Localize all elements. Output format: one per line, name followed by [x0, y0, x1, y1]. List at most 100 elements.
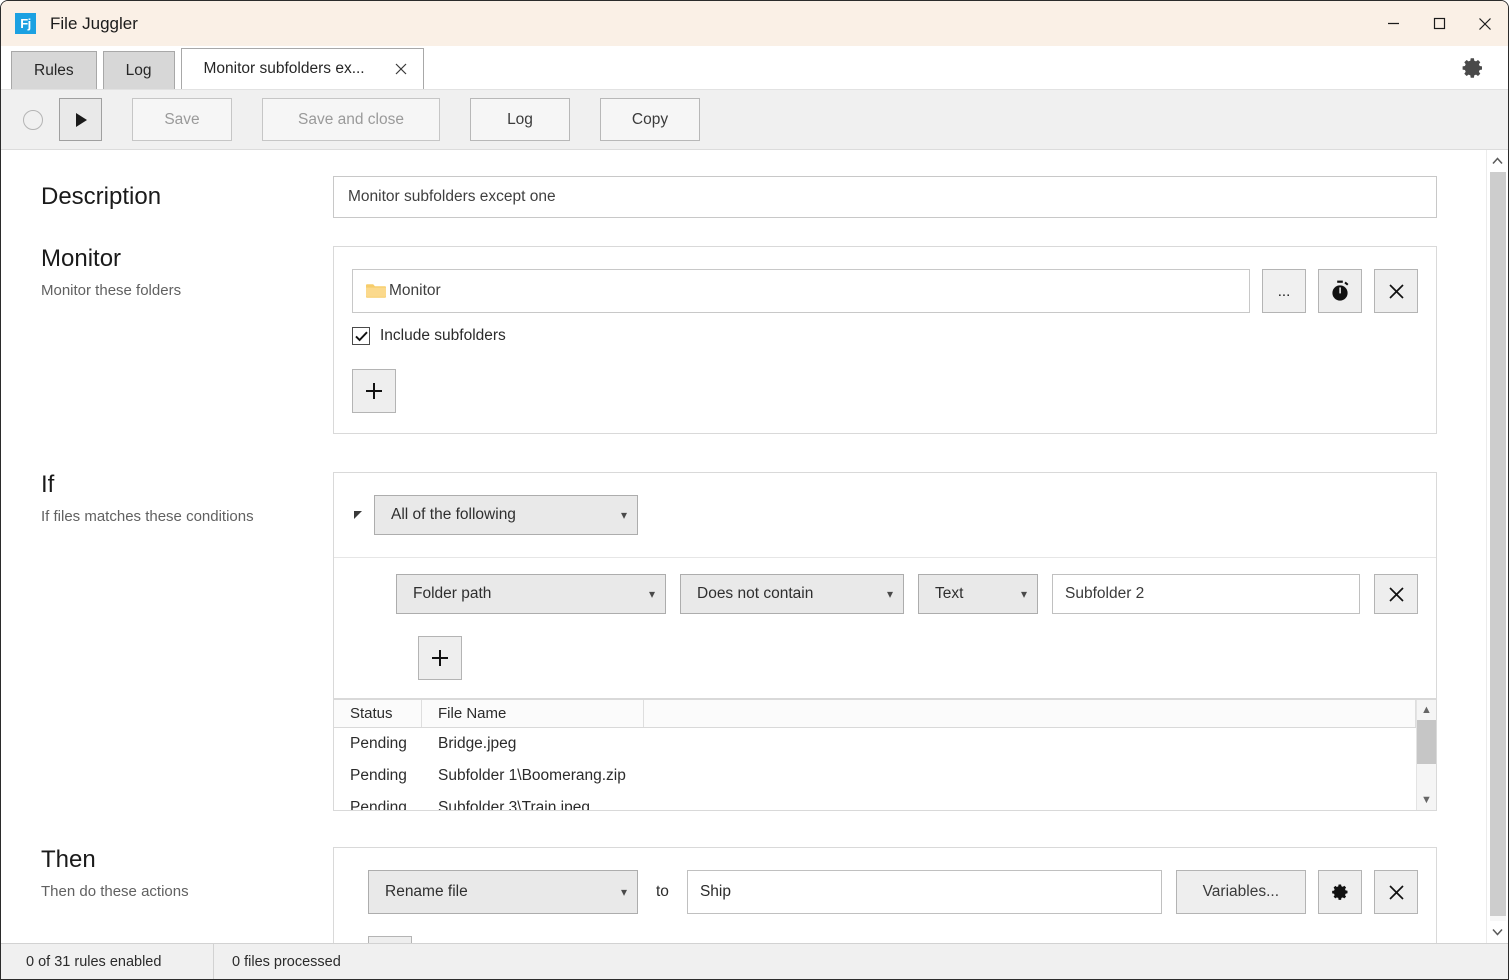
app-logo-icon: Fj	[15, 13, 36, 34]
remove-action-icon[interactable]	[1374, 870, 1418, 914]
rule-editor-content: Description Monitor subfolders except on…	[1, 150, 1486, 943]
actions-panel: Rename file ▾ to Ship Variables...	[333, 847, 1437, 943]
window-title: File Juggler	[50, 13, 138, 33]
description-field-col: Monitor subfolders except one	[333, 176, 1486, 218]
match-mode-select[interactable]: All of the following ▾	[374, 495, 638, 535]
scroll-down-icon[interactable]	[1486, 921, 1508, 943]
cell-status: Pending	[350, 735, 407, 752]
run-rule-button[interactable]	[59, 98, 102, 141]
chevron-down-icon: ▾	[620, 885, 627, 899]
tab-rules[interactable]: Rules	[11, 51, 97, 89]
condition-field-select[interactable]: Folder path ▾	[396, 574, 666, 614]
scrollbar-thumb[interactable]	[1416, 720, 1436, 764]
stopwatch-icon[interactable]	[1318, 269, 1362, 313]
add-condition-button[interactable]	[418, 636, 462, 680]
scroll-up-icon[interactable]	[1486, 150, 1508, 172]
cell-status: Pending	[350, 799, 407, 810]
rule-toolbar: Save Save and close Log Copy	[1, 90, 1508, 150]
condition-value-input[interactable]: Subfolder 2	[1052, 574, 1360, 614]
rule-enabled-toggle[interactable]	[23, 109, 43, 130]
scroll-down-icon[interactable]: ▼	[1421, 790, 1432, 810]
action-type-select[interactable]: Rename file ▾	[368, 870, 638, 914]
collapse-triangle-icon[interactable]	[352, 508, 366, 522]
remove-monitor-folder-icon[interactable]	[1374, 269, 1418, 313]
tab-close-icon[interactable]	[391, 59, 411, 79]
match-mode-value: All of the following	[391, 506, 516, 523]
condition-type-select[interactable]: Text ▾	[918, 574, 1038, 614]
matched-files-scrollbar[interactable]: ▲ ▼	[1416, 700, 1436, 810]
then-section: Then Then do these actions Rename file ▾…	[1, 846, 1486, 943]
add-action-button[interactable]	[368, 936, 412, 943]
rule-editor-body: Description Monitor subfolders except on…	[1, 150, 1508, 943]
status-files-processed: 0 files processed	[232, 953, 341, 970]
matched-files-section: Status File Name Pending Bridge.jpeg Pen…	[1, 699, 1486, 811]
log-button[interactable]: Log	[470, 98, 570, 141]
if-label-col: If If files matches these conditions	[1, 471, 333, 526]
cell-file-name: Bridge.jpeg	[438, 735, 517, 752]
condition-row: Folder path ▾ Does not contain ▾ Text ▾	[334, 558, 1436, 630]
monitor-folder-input[interactable]: Monitor	[352, 269, 1250, 313]
add-condition-wrap	[334, 636, 1436, 698]
matched-files-body: Status File Name Pending Bridge.jpeg Pen…	[334, 700, 1416, 810]
monitor-field-col: Monitor ... Include subfolders	[333, 246, 1486, 434]
save-and-close-button[interactable]: Save and close	[262, 98, 440, 141]
chevron-down-icon: ▾	[648, 587, 655, 601]
tab-label: Log	[125, 61, 152, 79]
table-row[interactable]: Pending Bridge.jpeg	[334, 728, 1416, 760]
window-controls	[1370, 1, 1508, 46]
action-row: Rename file ▾ to Ship Variables...	[334, 870, 1436, 914]
title-bar: Fj File Juggler	[1, 1, 1508, 46]
add-action-wrap	[334, 936, 1436, 943]
if-field-col: All of the following ▾ Folder path ▾ Doe…	[333, 472, 1486, 699]
settings-gear-icon[interactable]	[1460, 55, 1486, 81]
action-connector-label: to	[656, 883, 669, 900]
matched-files-table: Status File Name Pending Bridge.jpeg Pen…	[333, 699, 1437, 811]
chevron-down-icon: ▾	[1020, 587, 1027, 601]
action-value-input[interactable]: Ship	[686, 870, 1162, 914]
condition-value: Subfolder 2	[1065, 585, 1145, 602]
add-monitor-folder-button[interactable]	[352, 369, 396, 413]
condition-operator-select[interactable]: Does not contain ▾	[680, 574, 904, 614]
minimize-icon[interactable]	[1370, 1, 1416, 46]
column-header-status[interactable]: Status	[334, 700, 422, 727]
then-label-col: Then Then do these actions	[1, 846, 333, 901]
chevron-down-icon: ▾	[620, 508, 627, 522]
include-subfolders-checkbox[interactable]	[352, 327, 370, 345]
action-value: Ship	[699, 883, 731, 900]
table-row[interactable]: Pending Subfolder 1\Boomerang.zip	[334, 760, 1416, 792]
tab-strip: Rules Log Monitor subfolders ex...	[1, 46, 1508, 90]
main-scrollbar[interactable]	[1486, 150, 1508, 943]
maximize-icon[interactable]	[1416, 1, 1462, 46]
if-title: If	[41, 471, 55, 498]
monitor-section: Monitor Monitor these folders Monitor ..…	[1, 245, 1486, 434]
column-header-file-name[interactable]: File Name	[422, 700, 644, 727]
conditions-panel: All of the following ▾ Folder path ▾ Doe…	[333, 472, 1437, 699]
variables-button[interactable]: Variables...	[1175, 870, 1306, 914]
include-subfolders-label: Include subfolders	[380, 327, 506, 344]
scrollbar-thumb[interactable]	[1489, 172, 1506, 916]
tab-log[interactable]: Log	[102, 51, 175, 89]
description-input[interactable]: Monitor subfolders except one	[333, 176, 1437, 218]
save-button[interactable]: Save	[132, 98, 232, 141]
add-monitor-folder-wrap	[334, 369, 1436, 413]
tab-label: Monitor subfolders ex...	[203, 60, 365, 77]
condition-operator-value: Does not contain	[697, 585, 814, 602]
remove-condition-icon[interactable]	[1374, 574, 1418, 614]
cell-file-name: Subfolder 1\Boomerang.zip	[438, 767, 626, 784]
if-subtitle: If files matches these conditions	[41, 508, 254, 526]
copy-button[interactable]: Copy	[600, 98, 700, 141]
close-icon[interactable]	[1462, 1, 1508, 46]
description-section: Description Monitor subfolders except on…	[1, 176, 1486, 218]
monitor-folder-value: Monitor	[389, 282, 441, 299]
browse-folder-button[interactable]: ...	[1262, 269, 1306, 313]
table-header-row: Status File Name	[334, 700, 1416, 728]
then-subtitle: Then do these actions	[41, 883, 189, 901]
table-row[interactable]: Pending Subfolder 3\Train.jpeg	[334, 792, 1416, 810]
include-subfolders-row[interactable]: Include subfolders	[334, 327, 1436, 345]
column-header-blank[interactable]	[644, 700, 1416, 727]
description-label: Description	[41, 183, 162, 210]
scroll-up-icon[interactable]: ▲	[1421, 700, 1432, 720]
tab-monitor-subfolders[interactable]: Monitor subfolders ex...	[180, 48, 424, 89]
action-settings-gear-icon[interactable]	[1318, 870, 1362, 914]
folder-icon	[365, 282, 387, 300]
